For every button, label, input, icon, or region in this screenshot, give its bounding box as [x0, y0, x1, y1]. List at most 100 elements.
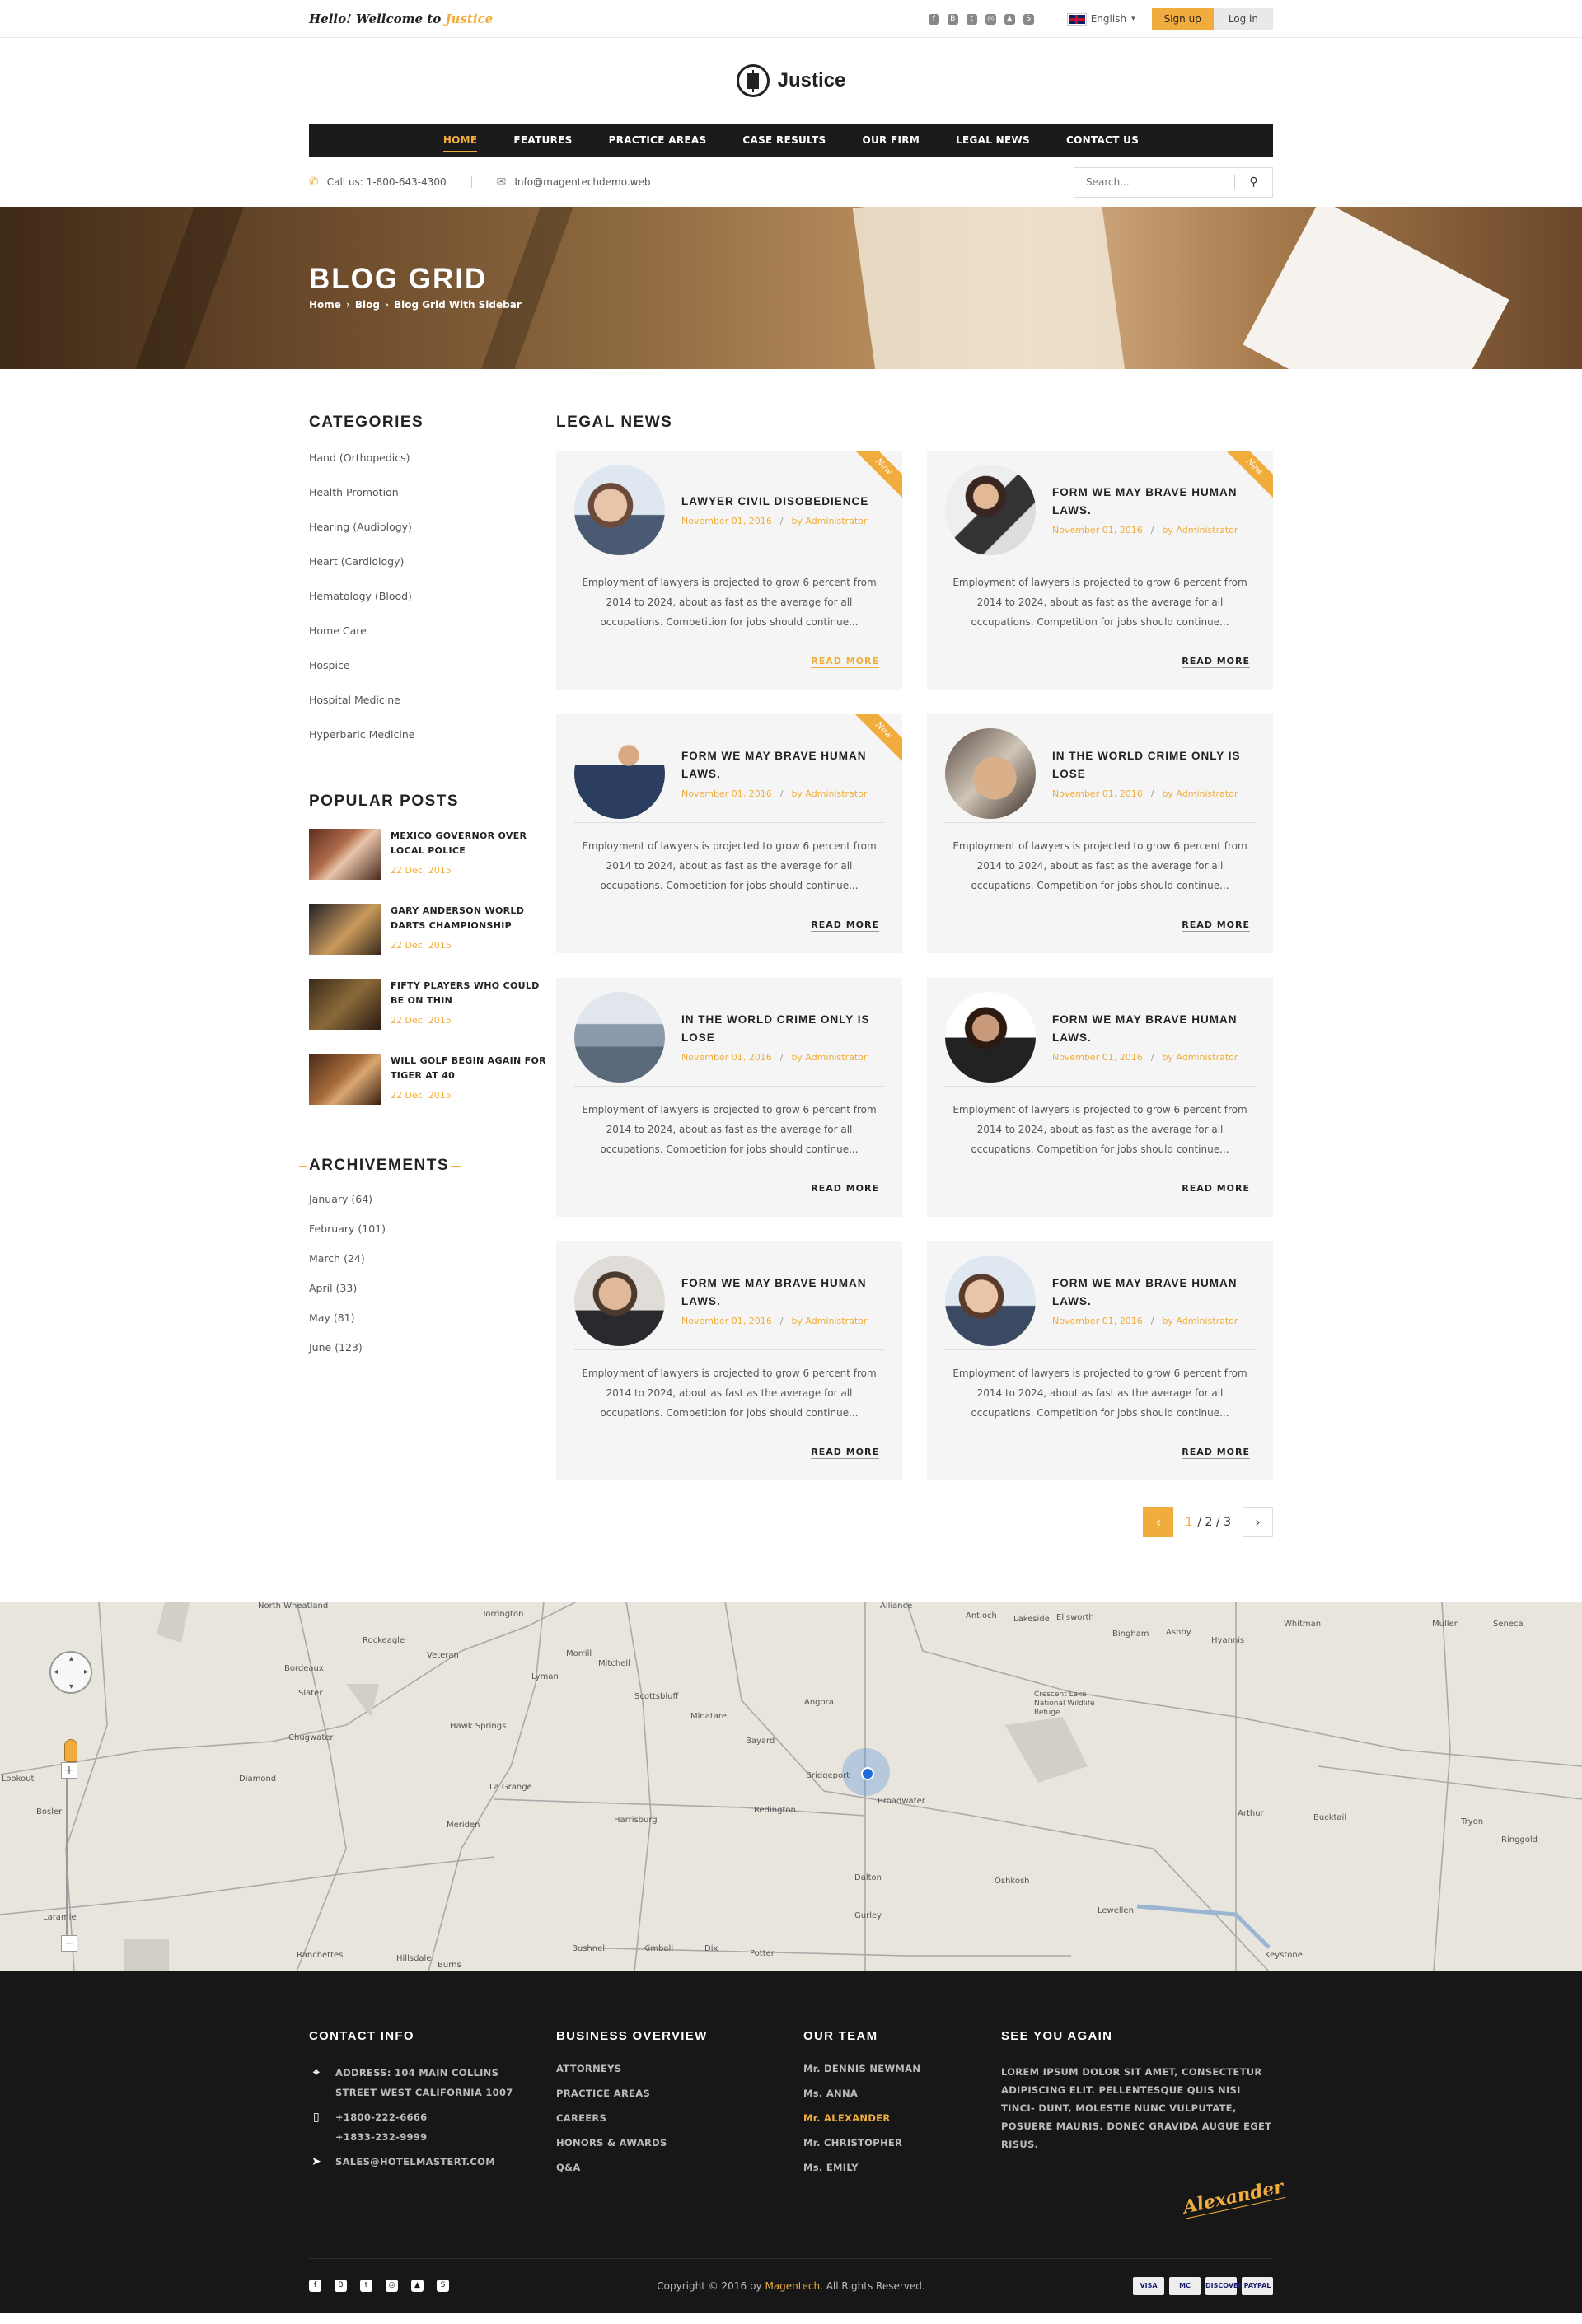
post-author[interactable]: by Administrator — [791, 1052, 867, 1063]
popular-post-title[interactable]: FIFTY PLAYERS WHO COULD BE ON THIN — [391, 979, 556, 1008]
map-pan-control[interactable]: ▴ ▾ ◂ ▸ — [49, 1651, 92, 1694]
footer-phone[interactable]: +1833-232-9999 — [335, 2127, 427, 2147]
read-more-link[interactable]: READ MORE — [1182, 919, 1250, 932]
blogger-icon[interactable]: B — [947, 13, 958, 25]
post-author[interactable]: by Administrator — [1162, 1316, 1238, 1326]
category-item[interactable]: Hand (Orthopedics) — [309, 450, 556, 484]
post-thumbnail[interactable] — [309, 1054, 381, 1105]
post-author[interactable]: by Administrator — [791, 788, 867, 799]
category-item[interactable]: Hospital Medicine — [309, 692, 556, 727]
other-pages[interactable]: / 2 / 3 — [1197, 1516, 1231, 1529]
current-page[interactable]: 1 — [1185, 1516, 1192, 1529]
archive-item[interactable]: June (123) — [309, 1341, 556, 1371]
post-image[interactable] — [945, 991, 1036, 1083]
archive-item[interactable]: April (33) — [309, 1282, 556, 1312]
breadcrumb-blog[interactable]: Blog — [355, 299, 380, 311]
nav-legal-news[interactable]: LEGAL NEWS — [956, 124, 1030, 157]
category-item[interactable]: Hospice — [309, 657, 556, 692]
archive-item[interactable]: May (81) — [309, 1312, 556, 1341]
post-author[interactable]: by Administrator — [791, 1316, 867, 1326]
dribbble-icon[interactable]: ◎ — [386, 2280, 398, 2292]
street-view-pegman-icon[interactable] — [64, 1739, 77, 1762]
google-drive-icon[interactable]: ▲ — [411, 2280, 424, 2292]
category-item[interactable]: Health Promotion — [309, 484, 556, 519]
post-image[interactable] — [574, 464, 665, 555]
google-drive-icon[interactable]: ▲ — [1004, 13, 1015, 25]
footer-email[interactable]: SALES@HOTELMASTERT.COM — [335, 2152, 495, 2172]
zoom-out-button[interactable]: − — [61, 1935, 77, 1952]
post-image[interactable] — [945, 1255, 1036, 1346]
dribbble-icon[interactable]: ◎ — [985, 13, 996, 25]
popular-post[interactable]: GARY ANDERSON WORLD DARTS CHAMPIONSHIP 22… — [309, 904, 556, 979]
read-more-link[interactable]: READ MORE — [1182, 1183, 1250, 1195]
popular-post-title[interactable]: GARY ANDERSON WORLD DARTS CHAMPIONSHIP — [391, 904, 556, 933]
nav-our-firm[interactable]: OUR FIRM — [862, 124, 920, 157]
post-author[interactable]: by Administrator — [1162, 788, 1238, 799]
location-map[interactable]: ▴ ▾ ◂ ▸ + − North Wheatland Rockeagle To… — [0, 1602, 1582, 1971]
facebook-icon[interactable]: f — [309, 2280, 321, 2292]
read-more-link[interactable]: READ MORE — [1182, 1447, 1250, 1459]
post-image[interactable] — [574, 727, 665, 819]
footer-phone[interactable]: +1800-222-6666 — [335, 2107, 427, 2127]
post-title[interactable]: FORM WE MAY BRAVE HUMAN LAWS. — [1052, 1011, 1255, 1047]
read-more-link[interactable]: READ MORE — [811, 1183, 879, 1195]
twitter-icon[interactable]: t — [966, 13, 977, 25]
next-page-button[interactable]: › — [1243, 1507, 1273, 1537]
zoom-in-button[interactable]: + — [61, 1762, 77, 1779]
footer-link[interactable]: CAREERS — [556, 2112, 803, 2137]
category-item[interactable]: Heart (Cardiology) — [309, 554, 556, 588]
footer-link[interactable]: ATTORNEYS — [556, 2063, 803, 2088]
team-member-link[interactable]: Mr. ALEXANDER — [803, 2112, 1001, 2137]
blogger-icon[interactable]: B — [335, 2280, 347, 2292]
nav-case-results[interactable]: CASE RESULTS — [742, 124, 826, 157]
post-image[interactable] — [945, 464, 1036, 555]
post-image[interactable] — [945, 727, 1036, 819]
category-item[interactable]: Hematology (Blood) — [309, 588, 556, 623]
post-title[interactable]: FORM WE MAY BRAVE HUMAN LAWS. — [1052, 484, 1255, 520]
post-thumbnail[interactable] — [309, 829, 381, 880]
search-input[interactable] — [1074, 176, 1234, 188]
post-title[interactable]: FORM WE MAY BRAVE HUMAN LAWS. — [681, 1274, 884, 1311]
search-icon[interactable]: ⚲ — [1235, 175, 1272, 189]
popular-post[interactable]: FIFTY PLAYERS WHO COULD BE ON THIN 22 Dec… — [309, 979, 556, 1054]
prev-page-button[interactable]: ‹ — [1143, 1507, 1174, 1537]
post-thumbnail[interactable] — [309, 979, 381, 1030]
login-button[interactable]: Log in — [1213, 8, 1273, 30]
nav-home[interactable]: HOME — [442, 124, 478, 157]
copyright-brand[interactable]: Magentech — [765, 2280, 820, 2292]
category-item[interactable]: Home Care — [309, 623, 556, 657]
archive-item[interactable]: February (101) — [309, 1223, 556, 1252]
nav-practice-areas[interactable]: PRACTICE AREAS — [609, 124, 707, 157]
archive-item[interactable]: March (24) — [309, 1252, 556, 1282]
team-member-link[interactable]: Ms. EMILY — [803, 2162, 1001, 2186]
category-item[interactable]: Hyperbaric Medicine — [309, 727, 556, 761]
popular-post-title[interactable]: MEXICO GOVERNOR OVER LOCAL POLICE — [391, 829, 556, 858]
footer-link[interactable]: Q&A — [556, 2162, 803, 2186]
team-member-link[interactable]: Mr. DENNIS NEWMAN — [803, 2063, 1001, 2088]
logo[interactable]: Justice — [0, 38, 1582, 124]
team-member-link[interactable]: Mr. CHRISTOPHER — [803, 2137, 1001, 2162]
breadcrumb-home[interactable]: Home — [309, 299, 341, 311]
post-author[interactable]: by Administrator — [1162, 525, 1238, 535]
post-author[interactable]: by Administrator — [1162, 1052, 1238, 1063]
archive-item[interactable]: January (64) — [309, 1193, 556, 1223]
skype-icon[interactable]: S — [437, 2280, 449, 2292]
popular-post[interactable]: MEXICO GOVERNOR OVER LOCAL POLICE 22 Dec.… — [309, 829, 556, 904]
skype-icon[interactable]: S — [1023, 13, 1034, 25]
post-title[interactable]: IN THE WORLD CRIME ONLY IS LOSE — [1052, 747, 1255, 783]
post-title[interactable]: IN THE WORLD CRIME ONLY IS LOSE — [681, 1011, 884, 1047]
post-thumbnail[interactable] — [309, 904, 381, 955]
nav-features[interactable]: FEATURES — [513, 124, 572, 157]
popular-post[interactable]: WILL GOLF BEGIN AGAIN FOR TIGER AT 40 22 … — [309, 1054, 556, 1129]
post-image[interactable] — [574, 1255, 665, 1346]
popular-post-title[interactable]: WILL GOLF BEGIN AGAIN FOR TIGER AT 40 — [391, 1054, 556, 1083]
nav-contact-us[interactable]: CONTACT US — [1066, 124, 1139, 157]
facebook-icon[interactable]: f — [928, 13, 939, 25]
footer-link[interactable]: HONORS & AWARDS — [556, 2137, 803, 2162]
footer-link[interactable]: PRACTICE AREAS — [556, 2088, 803, 2112]
post-title[interactable]: LAWYER CIVIL DISOBEDIENCE — [681, 493, 868, 511]
read-more-link[interactable]: READ MORE — [811, 1447, 879, 1459]
twitter-icon[interactable]: t — [360, 2280, 372, 2292]
read-more-link[interactable]: READ MORE — [1182, 656, 1250, 668]
post-author[interactable]: by Administrator — [791, 516, 867, 526]
